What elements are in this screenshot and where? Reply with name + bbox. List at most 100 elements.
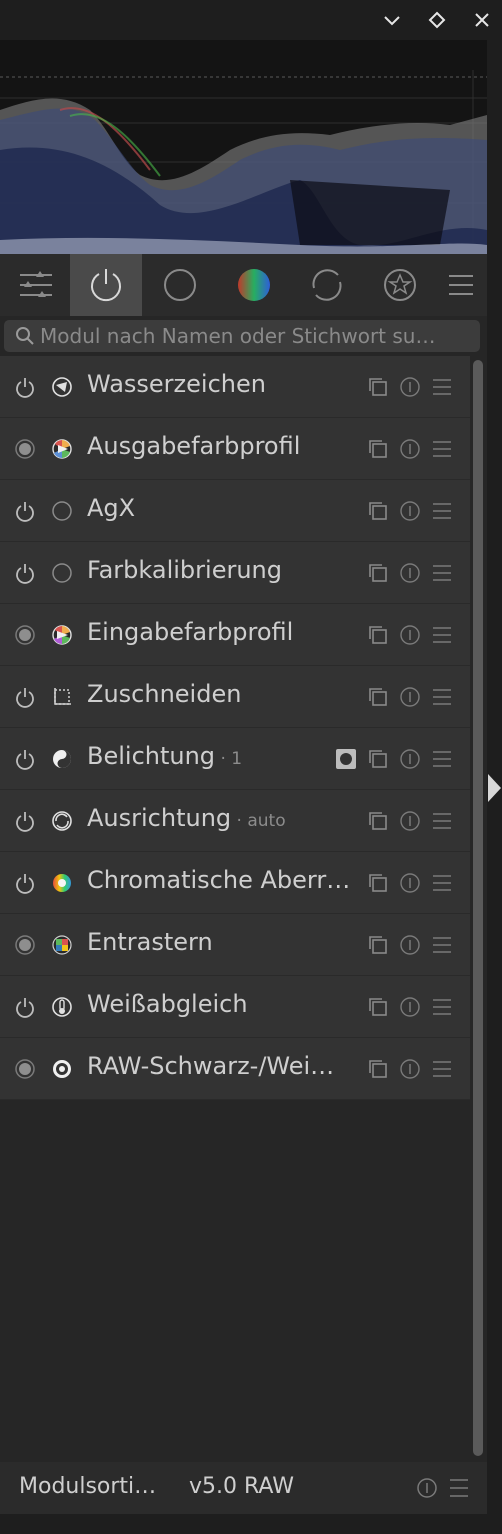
white-balance-icon bbox=[52, 997, 72, 1017]
presets-menu-button[interactable] bbox=[430, 437, 454, 461]
module-row[interactable]: Eingabefarbprofil bbox=[0, 604, 470, 666]
module-name: Wasserzeichen bbox=[87, 370, 266, 398]
module-row[interactable]: Ausrichtung · auto bbox=[0, 790, 470, 852]
multi-instance-button[interactable] bbox=[366, 499, 390, 523]
close-button[interactable] bbox=[468, 6, 496, 34]
module-row[interactable]: AgX bbox=[0, 480, 470, 542]
module-row[interactable]: Wasserzeichen bbox=[0, 356, 470, 418]
search-icon bbox=[16, 327, 34, 345]
reset-button[interactable] bbox=[398, 933, 422, 957]
hamburger-icon[interactable] bbox=[448, 1476, 470, 1500]
reset-button[interactable] bbox=[398, 561, 422, 585]
multi-instance-button[interactable] bbox=[366, 685, 390, 709]
module-search-box[interactable] bbox=[4, 320, 480, 352]
module-power-toggle[interactable] bbox=[12, 560, 38, 586]
module-power-toggle[interactable] bbox=[12, 932, 38, 958]
multi-instance-icon bbox=[369, 440, 387, 458]
maximize-button[interactable] bbox=[423, 6, 451, 34]
multi-instance-button[interactable] bbox=[366, 809, 390, 833]
module-row[interactable]: Entrastern bbox=[0, 914, 470, 976]
reset-button[interactable] bbox=[398, 437, 422, 461]
module-row[interactable]: Ausgabefarbprofil bbox=[0, 418, 470, 480]
multi-instance-button[interactable] bbox=[366, 437, 390, 461]
module-power-toggle[interactable] bbox=[12, 684, 38, 710]
info-icon[interactable] bbox=[415, 1476, 439, 1500]
multi-instance-button[interactable] bbox=[366, 933, 390, 957]
multi-instance-button[interactable] bbox=[366, 1057, 390, 1081]
module-instance-label: 1 bbox=[231, 749, 243, 769]
always-on-indicator-icon bbox=[15, 625, 35, 645]
module-icon bbox=[49, 1056, 75, 1082]
reset-button[interactable] bbox=[398, 995, 422, 1019]
multi-instance-button[interactable] bbox=[366, 871, 390, 895]
module-list-scrollbar[interactable] bbox=[471, 356, 485, 1460]
presets-menu-button[interactable] bbox=[430, 747, 454, 771]
module-power-toggle[interactable] bbox=[12, 622, 38, 648]
reset-button[interactable] bbox=[398, 685, 422, 709]
module-label: Ausrichtung bbox=[87, 804, 232, 832]
reset-button[interactable] bbox=[398, 871, 422, 895]
right-panel-collapse-toggle[interactable] bbox=[487, 771, 502, 805]
module-power-toggle[interactable] bbox=[12, 1056, 38, 1082]
module-power-toggle[interactable] bbox=[12, 498, 38, 524]
module-power-toggle[interactable] bbox=[12, 994, 38, 1020]
tab-quick-access[interactable] bbox=[0, 254, 72, 316]
reset-button[interactable] bbox=[398, 1057, 422, 1081]
module-power-toggle[interactable] bbox=[12, 374, 38, 400]
hamburger-icon bbox=[433, 565, 451, 581]
presets-menu-button[interactable] bbox=[430, 871, 454, 895]
tab-base[interactable] bbox=[144, 254, 216, 316]
reset-button[interactable] bbox=[398, 499, 422, 523]
chevron-down-icon bbox=[384, 16, 400, 26]
tab-color[interactable] bbox=[218, 254, 290, 316]
presets-menu-button[interactable] bbox=[430, 685, 454, 709]
reset-button[interactable] bbox=[398, 623, 422, 647]
module-icon bbox=[49, 560, 75, 586]
tab-correct[interactable] bbox=[291, 254, 363, 316]
multi-instance-button[interactable] bbox=[366, 623, 390, 647]
module-row[interactable]: Weißabgleich bbox=[0, 976, 470, 1038]
presets-menu-button[interactable] bbox=[430, 623, 454, 647]
multi-instance-button[interactable] bbox=[366, 747, 390, 771]
presets-menu-button[interactable] bbox=[430, 995, 454, 1019]
mask-indicator-button[interactable] bbox=[334, 747, 358, 771]
hamburger-icon bbox=[433, 689, 451, 705]
module-row[interactable]: RAW-Schwarz-/Wei… bbox=[0, 1038, 470, 1100]
multi-instance-icon bbox=[369, 502, 387, 520]
module-instance-label: auto bbox=[247, 811, 286, 831]
module-power-toggle[interactable] bbox=[12, 808, 38, 834]
presets-menu-button[interactable] bbox=[430, 933, 454, 957]
presets-menu-button[interactable] bbox=[430, 375, 454, 399]
presets-menu-button[interactable] bbox=[430, 809, 454, 833]
tab-active-modules[interactable] bbox=[70, 254, 142, 316]
module-name: Weißabgleich bbox=[87, 990, 248, 1018]
power-icon bbox=[16, 750, 34, 770]
presets-menu-button[interactable] bbox=[430, 499, 454, 523]
module-name: Belichtung · 1 bbox=[87, 742, 242, 770]
minimize-button[interactable] bbox=[378, 6, 406, 34]
tab-presets-menu[interactable] bbox=[425, 254, 497, 316]
module-label: RAW-Schwarz-/Wei… bbox=[87, 1052, 335, 1080]
module-power-toggle[interactable] bbox=[12, 746, 38, 772]
histogram[interactable] bbox=[0, 40, 487, 254]
multi-instance-button[interactable] bbox=[366, 561, 390, 585]
module-row[interactable]: Farbkalibrierung bbox=[0, 542, 470, 604]
module-power-toggle[interactable] bbox=[12, 870, 38, 896]
module-order-footer: Modulsorti… v5.0 RAW bbox=[0, 1462, 487, 1514]
multi-instance-button[interactable] bbox=[366, 995, 390, 1019]
hamburger-icon bbox=[433, 751, 451, 767]
module-row[interactable]: Belichtung · 1 bbox=[0, 728, 470, 790]
module-row[interactable]: Chromatische Aberr… bbox=[0, 852, 470, 914]
presets-menu-button[interactable] bbox=[430, 1057, 454, 1081]
presets-menu-button[interactable] bbox=[430, 561, 454, 585]
module-power-toggle[interactable] bbox=[12, 436, 38, 462]
multi-instance-button[interactable] bbox=[366, 375, 390, 399]
module-row[interactable]: Zuschneiden bbox=[0, 666, 470, 728]
color-ball-icon bbox=[238, 269, 270, 301]
reset-button[interactable] bbox=[398, 809, 422, 833]
multi-instance-icon bbox=[369, 1060, 387, 1078]
scrollbar-thumb[interactable] bbox=[473, 360, 483, 1456]
reset-button[interactable] bbox=[398, 375, 422, 399]
module-search-input[interactable] bbox=[40, 324, 470, 348]
reset-button[interactable] bbox=[398, 747, 422, 771]
